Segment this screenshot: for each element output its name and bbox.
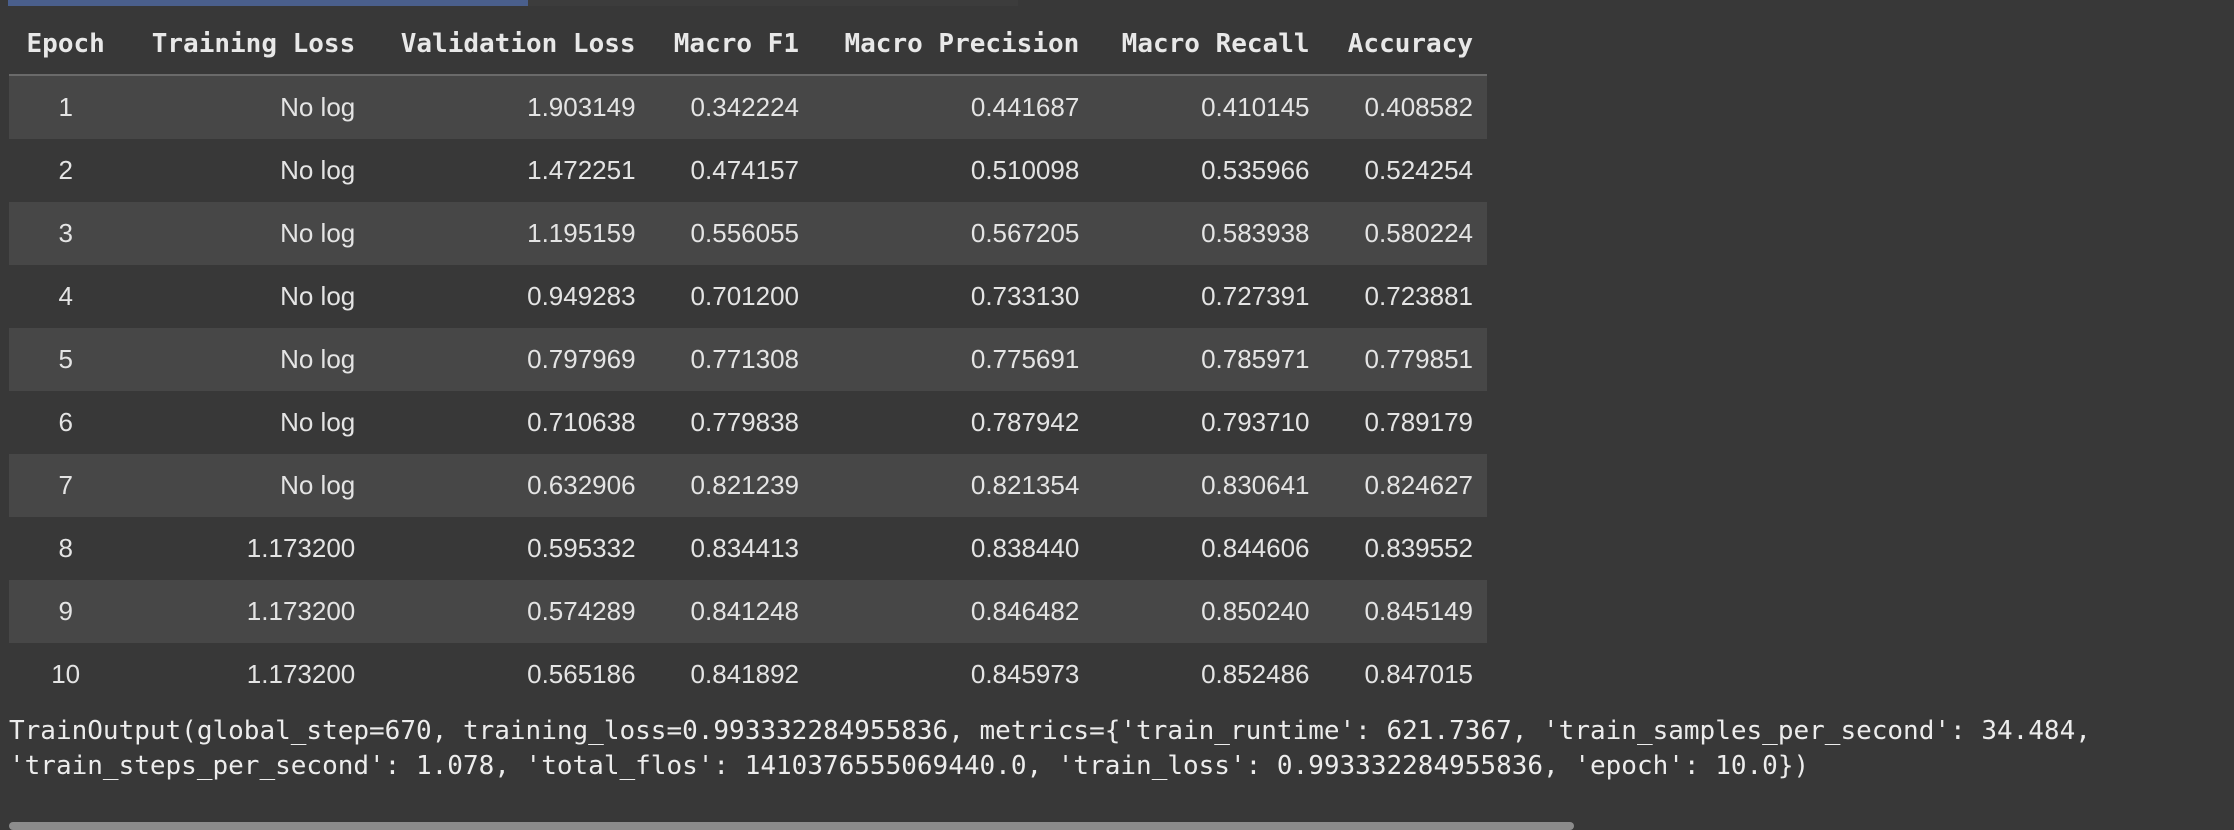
training-results-table: Epoch Training Loss Validation Loss Macr…	[9, 14, 1487, 706]
table-row: 5 No log 0.797969 0.771308 0.775691 0.785971 0…	[9, 328, 1487, 391]
header-epoch: Epoch	[9, 14, 123, 76]
table-row: 4 No log 0.949283 0.701200 0.733130 0.727391 0…	[9, 265, 1487, 328]
cell-training-loss: No log	[122, 391, 370, 454]
cell-macro-f1: 0.779838	[649, 391, 813, 454]
cell-macro-precision: 0.733130	[813, 265, 1094, 328]
horizontal-scrollbar[interactable]	[9, 822, 1574, 830]
cell-epoch: 4	[9, 265, 123, 328]
header-validation-loss: Validation Loss	[369, 14, 650, 76]
cell-macro-f1: 0.834413	[649, 517, 813, 580]
cell-training-loss: 1.173200	[122, 517, 370, 580]
cell-macro-f1: 0.342224	[649, 75, 813, 139]
cell-epoch: 8	[9, 517, 123, 580]
cell-epoch: 7	[9, 454, 123, 517]
cell-macro-recall: 0.850240	[1093, 580, 1324, 643]
cell-validation-loss: 0.595332	[369, 517, 650, 580]
cell-macro-precision: 0.838440	[813, 517, 1094, 580]
cell-epoch: 2	[9, 139, 123, 202]
cell-accuracy: 0.847015	[1323, 643, 1487, 706]
cell-macro-precision: 0.846482	[813, 580, 1094, 643]
cell-validation-loss: 1.195159	[369, 202, 650, 265]
cell-epoch: 5	[9, 328, 123, 391]
cell-epoch: 3	[9, 202, 123, 265]
progress-bar-fill	[8, 0, 528, 6]
progress-bar-track	[528, 0, 1018, 6]
cell-epoch: 1	[9, 75, 123, 139]
cell-macro-f1: 0.841892	[649, 643, 813, 706]
cell-accuracy: 0.723881	[1323, 265, 1487, 328]
cell-accuracy: 0.524254	[1323, 139, 1487, 202]
cell-macro-f1: 0.821239	[649, 454, 813, 517]
cell-validation-loss: 0.797969	[369, 328, 650, 391]
cell-macro-precision: 0.775691	[813, 328, 1094, 391]
header-training-loss: Training Loss	[122, 14, 370, 76]
cell-training-loss: 1.173200	[122, 643, 370, 706]
cell-validation-loss: 1.903149	[369, 75, 650, 139]
table-header-row: Epoch Training Loss Validation Loss Macr…	[9, 14, 1487, 76]
cell-macro-precision: 0.821354	[813, 454, 1094, 517]
cell-training-loss: No log	[122, 202, 370, 265]
table-row: 8 1.173200 0.595332 0.834413 0.838440 0.84460…	[9, 517, 1487, 580]
cell-validation-loss: 0.949283	[369, 265, 650, 328]
cell-macro-recall: 0.852486	[1093, 643, 1324, 706]
table-row: 1 No log 1.903149 0.342224 0.441687 0.410145 0…	[9, 75, 1487, 139]
header-macro-precision: Macro Precision	[813, 14, 1094, 76]
cell-macro-f1: 0.474157	[649, 139, 813, 202]
cell-validation-loss: 0.565186	[369, 643, 650, 706]
cell-training-loss: No log	[122, 265, 370, 328]
cell-training-loss: No log	[122, 328, 370, 391]
table-row: 9 1.173200 0.574289 0.841248 0.846482 0.85024…	[9, 580, 1487, 643]
cell-validation-loss: 1.472251	[369, 139, 650, 202]
cell-accuracy: 0.580224	[1323, 202, 1487, 265]
cell-epoch: 9	[9, 580, 123, 643]
cell-macro-recall: 0.844606	[1093, 517, 1324, 580]
cell-macro-recall: 0.727391	[1093, 265, 1324, 328]
table-row: 10 1.173200 0.565186 0.841892 0.845973 0.8524…	[9, 643, 1487, 706]
cell-accuracy: 0.839552	[1323, 517, 1487, 580]
cell-macro-precision: 0.567205	[813, 202, 1094, 265]
cell-accuracy: 0.824627	[1323, 454, 1487, 517]
cell-macro-precision: 0.845973	[813, 643, 1094, 706]
header-macro-f1: Macro F1	[649, 14, 813, 76]
cell-macro-f1: 0.771308	[649, 328, 813, 391]
cell-macro-recall: 0.535966	[1093, 139, 1324, 202]
cell-validation-loss: 0.574289	[369, 580, 650, 643]
train-output-line-2: 'train_steps_per_second': 1.078, 'total_…	[9, 751, 1810, 781]
cell-macro-recall: 0.785971	[1093, 328, 1324, 391]
cell-accuracy: 0.789179	[1323, 391, 1487, 454]
cell-macro-recall: 0.583938	[1093, 202, 1324, 265]
train-output-text: TrainOutput(global_step=670, training_lo…	[9, 714, 2234, 784]
cell-training-loss: No log	[122, 139, 370, 202]
cell-macro-recall: 0.830641	[1093, 454, 1324, 517]
header-macro-recall: Macro Recall	[1093, 14, 1324, 76]
cell-validation-loss: 0.710638	[369, 391, 650, 454]
table-row: 3 No log 1.195159 0.556055 0.567205 0.583938 0…	[9, 202, 1487, 265]
cell-epoch: 6	[9, 391, 123, 454]
cell-accuracy: 0.408582	[1323, 75, 1487, 139]
cell-macro-precision: 0.510098	[813, 139, 1094, 202]
cell-macro-f1: 0.841248	[649, 580, 813, 643]
train-output-line-1: TrainOutput(global_step=670, training_lo…	[9, 716, 2091, 746]
table-row: 2 No log 1.472251 0.474157 0.510098 0.535966 0…	[9, 139, 1487, 202]
table-row: 6 No log 0.710638 0.779838 0.787942 0.793710 0…	[9, 391, 1487, 454]
cell-training-loss: No log	[122, 75, 370, 139]
cell-validation-loss: 0.632906	[369, 454, 650, 517]
header-accuracy: Accuracy	[1323, 14, 1487, 76]
cell-macro-precision: 0.441687	[813, 75, 1094, 139]
cell-accuracy: 0.779851	[1323, 328, 1487, 391]
table-row: 7 No log 0.632906 0.821239 0.821354 0.830641 0…	[9, 454, 1487, 517]
cell-macro-recall: 0.793710	[1093, 391, 1324, 454]
cell-macro-f1: 0.701200	[649, 265, 813, 328]
cell-accuracy: 0.845149	[1323, 580, 1487, 643]
cell-macro-precision: 0.787942	[813, 391, 1094, 454]
cell-macro-f1: 0.556055	[649, 202, 813, 265]
cell-macro-recall: 0.410145	[1093, 75, 1324, 139]
cell-training-loss: No log	[122, 454, 370, 517]
cell-training-loss: 1.173200	[122, 580, 370, 643]
cell-epoch: 10	[9, 643, 123, 706]
table-body: 1 No log 1.903149 0.342224 0.441687 0.410145 0…	[9, 75, 1487, 706]
